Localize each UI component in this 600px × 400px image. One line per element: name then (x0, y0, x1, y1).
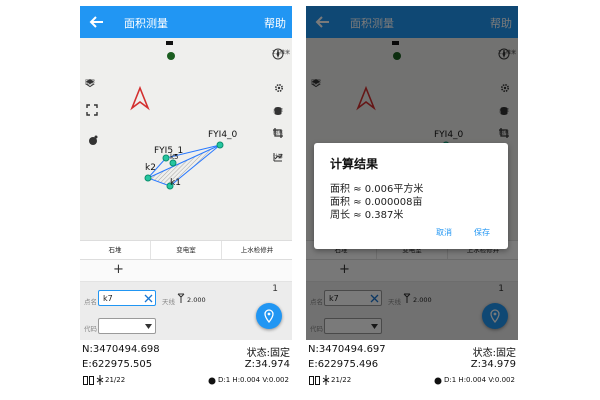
antenna-label: 天线 (162, 298, 175, 306)
antenna-icon (177, 293, 185, 303)
add-button[interactable]: + (113, 262, 124, 277)
calculator-icon (273, 153, 283, 162)
point-type-tabs: 石堆 变电室 上水检修井 (80, 240, 292, 260)
point-label: k2 (145, 163, 156, 173)
app-bar: 面积测量 帮助 (80, 6, 292, 38)
compass-tool[interactable]: 2.5维米 (272, 48, 290, 60)
crop-tool[interactable]: 图点 (273, 128, 283, 138)
elevation-value: Z:34.974 (244, 359, 290, 370)
code-select[interactable] (98, 318, 156, 334)
antenna-height[interactable]: 2.000 (187, 296, 206, 304)
cancel-button[interactable]: 取消 (436, 227, 452, 238)
northing-value: N:3470494.698 (82, 344, 160, 355)
help-button[interactable]: 帮助 (264, 15, 286, 31)
layers-tool[interactable]: 图层 (85, 78, 95, 88)
dropdown-arrow-icon (145, 324, 152, 329)
record-indicator-icon (208, 377, 216, 385)
code-label: 代码 (84, 325, 97, 333)
record-indicator-icon (434, 377, 442, 385)
clear-icon[interactable] (144, 294, 153, 303)
fix-status: 状态:固定 (246, 348, 290, 359)
tab-stone-pile[interactable]: 石堆 (80, 241, 150, 259)
survey-point-fyi4[interactable] (216, 141, 224, 149)
north-arrow-icon (130, 85, 150, 111)
calculate-tool[interactable]: 计算 (273, 152, 283, 162)
precision-readout: D:1 H:0.004 V:0.002 (218, 376, 289, 384)
gnss-status-bar: 21/22 D:1 H:0.004 V:0.002 (306, 374, 518, 388)
crop-icon (273, 128, 283, 138)
add-row: + (80, 260, 292, 282)
save-button[interactable]: 保存 (474, 227, 490, 238)
phone-screen-left: 面积测量 帮助 FYI4_0 FYI5_1 k2 k1 k5 2.5维米 图点 … (80, 6, 292, 388)
gnss-status-bar: 21/22 D:1 H:0.004 V:0.002 (80, 374, 292, 388)
elevation-value: Z:34.979 (470, 359, 516, 370)
location-pin-icon (264, 309, 274, 323)
satellite-icon (322, 375, 330, 385)
back-arrow-icon[interactable] (88, 13, 106, 31)
perimeter-value: 周长 ≈ 0.387米 (330, 210, 404, 221)
phone-screen-right: 面积测量 帮助 FYI4_0 图层 2.5维米 点库 图点 (306, 6, 518, 388)
point-name-input[interactable]: k7 (98, 290, 156, 306)
gps-locate-icon (89, 135, 98, 145)
easting-value: E:622975.505 (82, 359, 153, 370)
battery-icon (83, 376, 94, 385)
current-position-icon (167, 52, 175, 60)
map-view[interactable]: FYI4_0 FYI5_1 k2 k1 k5 图层 2.5维米 点库 (80, 38, 292, 240)
satellite-count: 21/22 (105, 376, 126, 384)
northing-value: N:3470494.697 (308, 344, 386, 355)
point-label: FYI4_0 (208, 130, 238, 140)
layers-icon (85, 79, 95, 88)
dialog-title: 计算结果 (330, 157, 379, 171)
fullscreen-icon (86, 104, 98, 116)
precision-readout: D:1 H:0.004 V:0.002 (444, 376, 515, 384)
gear-icon (274, 83, 284, 93)
fix-status: 状态:固定 (472, 348, 516, 359)
satellite-icon (96, 375, 104, 385)
point-name-label: 点名 (84, 298, 97, 306)
point-library-tool[interactable]: 点库 (273, 106, 283, 115)
compass-icon (272, 48, 284, 60)
point-count: 1 (272, 284, 278, 294)
tab-substation[interactable]: 变电室 (150, 241, 221, 259)
battery-icon (309, 376, 320, 385)
database-icon (274, 107, 282, 115)
position-marker-icon (166, 41, 173, 45)
page-title: 面积测量 (124, 17, 168, 30)
easting-value: E:622975.496 (308, 359, 379, 370)
result-dialog: 计算结果 面积 ≈ 0.006平方米 面积 ≈ 0.000008亩 周长 ≈ 0… (314, 143, 508, 249)
satellite-count: 21/22 (331, 376, 352, 384)
survey-point-k2[interactable] (144, 174, 152, 182)
point-label: FYI5_1 (154, 146, 184, 156)
point-label: k1 (170, 178, 181, 188)
point-form: 点名 k7 天线 2.000 1 代码 (80, 282, 292, 340)
collect-point-button[interactable] (256, 303, 282, 329)
point-label: k5 (170, 153, 179, 161)
tab-manhole[interactable]: 上水检修井 (221, 241, 292, 259)
